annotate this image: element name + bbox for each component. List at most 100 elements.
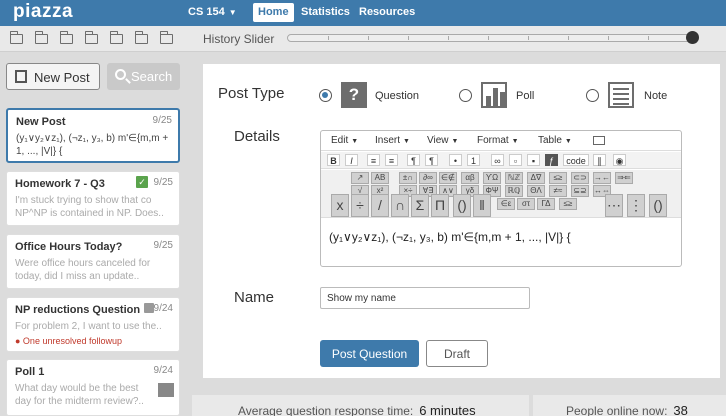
symbol-button[interactable]: ∈ε [497,198,515,210]
symbol-button[interactable]: ↗ [351,172,369,184]
symbol-button[interactable]: x [331,194,349,217]
math-symbol-palette: ↗ AB ±∩ ∂∞ ∈∉ αβ ϒΩ ℕℤ Δ∇ ≤≥ ⊂⊃ →← ⇒⇐ √ … [321,170,681,218]
folder-icon[interactable] [9,31,23,44]
radio-note[interactable] [586,89,599,102]
note-icon[interactable] [608,82,634,108]
symbol-button[interactable]: Σ [411,194,429,217]
question-icon[interactable]: ? [341,82,367,108]
editor-content[interactable]: (y₁∨y₂∨z₁), (¬z₁, y₃, b) m'∈{m,m + 1, ..… [329,230,571,244]
symbol-button[interactable]: ≠≈ [549,185,567,197]
folder-icon[interactable] [159,31,173,44]
feed-item-snippet: Were office hours canceled for today, di… [15,258,151,282]
symbol-button[interactable]: () [649,194,667,217]
symbol-button[interactable]: () [453,194,471,217]
feed-item-office-hours[interactable]: Office Hours Today? 9/25 Were office hou… [6,234,180,289]
bullet-list-icon[interactable]: • [449,154,462,166]
feed-item-title: Office Hours Today? [15,241,123,253]
feed-item-snippet: For problem 2, I want to use the.. [15,321,162,332]
check-icon: ✓ [136,176,148,188]
symbol-button[interactable]: Δ∇ [527,172,545,184]
course-selector[interactable]: CS 154 ▼ [188,6,237,18]
type-label-poll: Poll [516,90,535,102]
menu-format[interactable]: Format ▼ [477,135,519,146]
italic-icon[interactable]: I [345,154,358,166]
menu-table[interactable]: Table ▼ [538,135,572,146]
folder-icon[interactable] [134,31,148,44]
type-label-note: Note [644,90,668,102]
search-button[interactable]: Search [107,63,180,90]
symbol-button[interactable]: →← [593,172,611,184]
symbol-button[interactable]: αβ [461,172,479,184]
history-slider[interactable] [287,34,697,42]
symbol-button[interactable]: / [371,194,389,217]
menu-insert[interactable]: Insert ▼ [375,135,410,146]
symbol-button[interactable]: ‖ [473,194,491,217]
symbol-button[interactable]: ΓΔ [537,198,555,210]
pre-icon[interactable]: ∥ [593,154,606,166]
new-post-button[interactable]: New Post [6,63,100,90]
symbol-button[interactable]: ±∩ [399,172,417,184]
symbol-button[interactable]: στ [517,198,535,210]
link-icon[interactable]: ∞ [491,154,504,166]
symbol-button[interactable]: ⋯ [605,194,623,217]
symbol-button[interactable]: Π [431,194,449,217]
feed-item-poll1[interactable]: Poll 1 9/24 What day would be the best d… [6,359,180,416]
feed-item-new-post[interactable]: New Post 9/25 (y₁∨y₂∨z₁), (¬z₁, y₃, b) m… [6,108,180,163]
rich-text-editor[interactable]: Edit ▼ Insert ▼ View ▼ Format ▼ Table ▼ B I ≡… [320,130,682,267]
formula-icon[interactable]: ƒ [545,154,558,166]
symbol-button[interactable]: ∂∞ [419,172,437,184]
menu-view[interactable]: View ▼ [427,135,458,146]
code-button[interactable]: code [563,154,589,166]
symbol-button[interactable]: ≤≥ [559,198,577,210]
post-question-button[interactable]: Post Question [320,340,419,367]
symbol-button[interactable]: ΘΛ [527,185,545,197]
name-select[interactable] [320,287,530,309]
symbol-button[interactable]: ⋮ [627,194,645,217]
slider-handle[interactable] [686,31,699,44]
symbol-button[interactable]: ÷ [351,194,369,217]
media-icon[interactable]: ▪ [527,154,540,166]
symbol-button[interactable]: ⇒⇐ [615,172,633,184]
paragraph-ltr-icon[interactable]: ¶ [407,154,420,166]
piazza-logo[interactable]: piazza [13,1,73,23]
feed-item-title: Homework 7 - Q3 [15,178,105,190]
symbol-button[interactable]: AB [371,172,389,184]
poll-icon[interactable] [481,82,507,108]
menu-edit[interactable]: Edit ▼ [331,135,358,146]
paragraph-rtl-icon[interactable]: ¶ [425,154,438,166]
editor-toolbar: B I ≡ ≡ ¶ ¶ • 1 ∞ ▫ ▪ ƒ code ∥ ◉ [321,152,681,169]
preview-icon[interactable]: ◉ [613,154,626,166]
folder-icon[interactable] [59,31,73,44]
tab-resources[interactable]: Resources [354,3,420,22]
folder-icon[interactable] [84,31,98,44]
radio-poll[interactable] [459,89,472,102]
symbol-button[interactable]: ∈∉ [439,172,457,184]
numbered-list-icon[interactable]: 1 [467,154,480,166]
folder-icon[interactable] [109,31,123,44]
tab-home[interactable]: Home [253,3,294,22]
tab-statistics[interactable]: Statistics [296,3,355,22]
online-count-stat: People online now: 38 [566,403,688,416]
radio-question[interactable] [319,89,332,102]
draft-button[interactable]: Draft [426,340,488,367]
feed-item-np-reductions[interactable]: NP reductions Question 9/24 For problem … [6,297,180,352]
symbol-button[interactable]: ∩ [391,194,409,217]
symbol-button[interactable]: ℕℤ [505,172,523,184]
align-left-icon[interactable]: ≡ [367,154,380,166]
feed-item-homework7[interactable]: Homework 7 - Q3 ✓ 9/25 I'm stuck trying … [6,171,180,226]
folder-icon[interactable] [593,136,605,145]
symbol-button[interactable]: ⊂⊃ [571,172,589,184]
feed-item-snippet: I'm stuck trying to show that co NP^NP i… [15,195,164,219]
chevron-down-icon: ▼ [228,8,237,17]
symbol-button[interactable]: ℝℚ [505,185,523,197]
align-center-icon[interactable]: ≡ [385,154,398,166]
symbol-button[interactable]: ≤≥ [549,172,567,184]
symbol-button[interactable]: ⊆⊇ [571,185,589,197]
folder-icon[interactable] [34,31,48,44]
poll-icon [158,383,174,397]
bold-icon[interactable]: B [327,154,340,166]
symbol-button[interactable]: ϒΩ [483,172,501,184]
image-icon[interactable]: ▫ [509,154,522,166]
editor-menubar: Edit ▼ Insert ▼ View ▼ Format ▼ Table ▼ [321,131,681,151]
history-slider-label: History Slider [203,32,275,46]
